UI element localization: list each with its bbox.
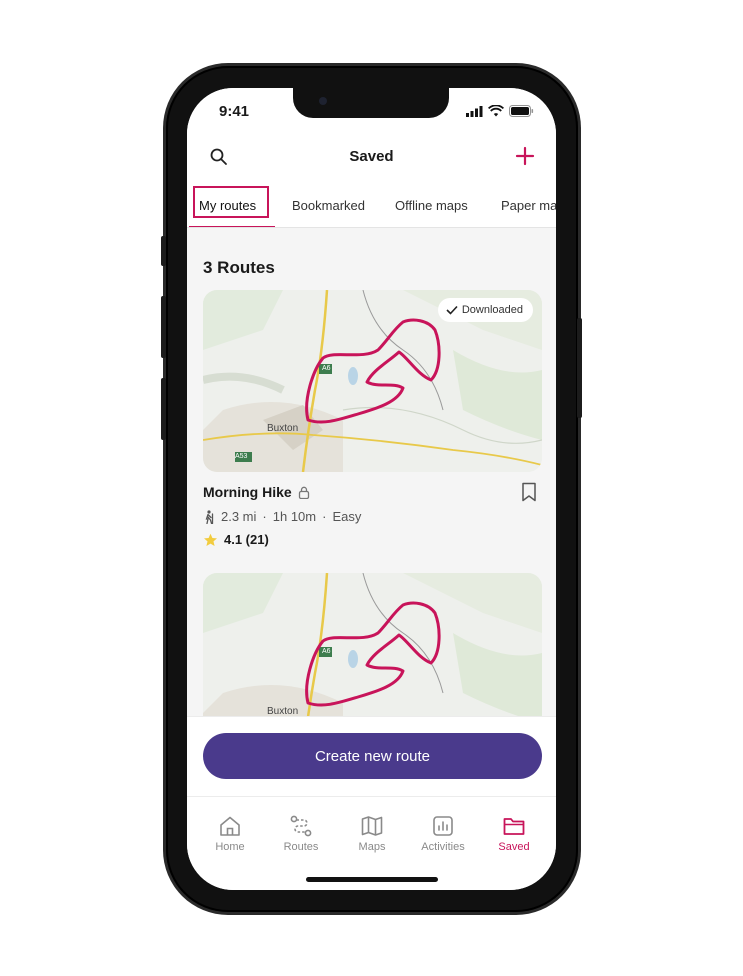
star-icon (204, 533, 217, 546)
activities-icon (433, 816, 453, 836)
route-meta: 2.3 mi · 1h 10m · Easy (203, 509, 361, 524)
page-title: Saved (349, 148, 394, 165)
route-title-row[interactable]: Morning Hike (203, 484, 310, 500)
battery-icon (509, 105, 534, 117)
notch (293, 88, 449, 118)
road-label-a53: A53 (235, 453, 248, 460)
town-label: Buxton (267, 423, 299, 434)
tab-highlight-box (193, 186, 269, 218)
route-map-thumbnail[interactable]: A6 A53 Buxton Downloaded (203, 290, 542, 472)
nav-label-routes: Routes (283, 841, 319, 853)
app-screen: 9:41 Saved My routes Bookmarked Offline … (187, 88, 556, 890)
map-icon (361, 816, 383, 836)
status-time: 9:41 (219, 103, 250, 120)
nav-label-activities: Activities (421, 841, 465, 853)
nav-label-home: Home (215, 841, 245, 853)
bottom-navigation: Home Routes Maps Activities Saved (187, 796, 556, 890)
route-duration: 1h 10m (272, 509, 317, 524)
route-difficulty: Easy (332, 509, 362, 524)
volume-up-button (161, 296, 166, 358)
add-icon[interactable] (514, 145, 536, 167)
lock-icon (298, 486, 309, 499)
route-title: Morning Hike (203, 484, 292, 500)
meta-separator: · (262, 509, 267, 524)
road-label-a6: A6 (322, 648, 331, 655)
checkmark-icon (446, 305, 458, 315)
mute-switch (161, 236, 166, 266)
cta-bar: Create new route (187, 716, 556, 796)
downloaded-badge: Downloaded (437, 298, 533, 322)
rating-value: 4.1 (21) (224, 532, 269, 547)
nav-item-saved[interactable]: Saved (484, 815, 544, 853)
meta-separator: · (322, 509, 327, 524)
saved-tabs: My routes Bookmarked Offline maps Paper … (187, 182, 556, 228)
badge-label: Downloaded (461, 304, 523, 316)
power-button (577, 318, 582, 418)
app-header: Saved (187, 132, 556, 182)
active-tab-indicator (189, 226, 275, 227)
cellular-signal-icon (466, 105, 483, 117)
nav-item-routes[interactable]: Routes (271, 815, 331, 853)
nav-item-maps[interactable]: Maps (342, 815, 402, 853)
create-new-route-button[interactable]: Create new route (203, 733, 542, 779)
route-rating: 4.1 (21) (203, 532, 269, 547)
routes-count: 3 Routes (203, 258, 275, 277)
volume-down-button (161, 378, 166, 440)
nav-label-saved: Saved (498, 841, 530, 853)
nav-item-home[interactable]: Home (200, 815, 260, 853)
road-label-a6: A6 (322, 365, 331, 372)
wifi-icon (488, 105, 504, 117)
route-distance: 2.3 mi (221, 509, 257, 524)
bookmark-icon[interactable] (520, 482, 538, 502)
home-icon (220, 816, 240, 836)
tab-paper-maps[interactable]: Paper maps (501, 198, 556, 213)
tab-bookmarked[interactable]: Bookmarked (292, 198, 365, 213)
nav-item-activities[interactable]: Activities (413, 815, 473, 853)
nav-label-maps: Maps (358, 841, 386, 853)
home-indicator[interactable] (306, 877, 438, 882)
routes-icon (290, 815, 312, 837)
folder-icon (503, 818, 525, 835)
hiker-icon (205, 509, 214, 524)
tab-offline-maps[interactable]: Offline maps (395, 198, 468, 213)
